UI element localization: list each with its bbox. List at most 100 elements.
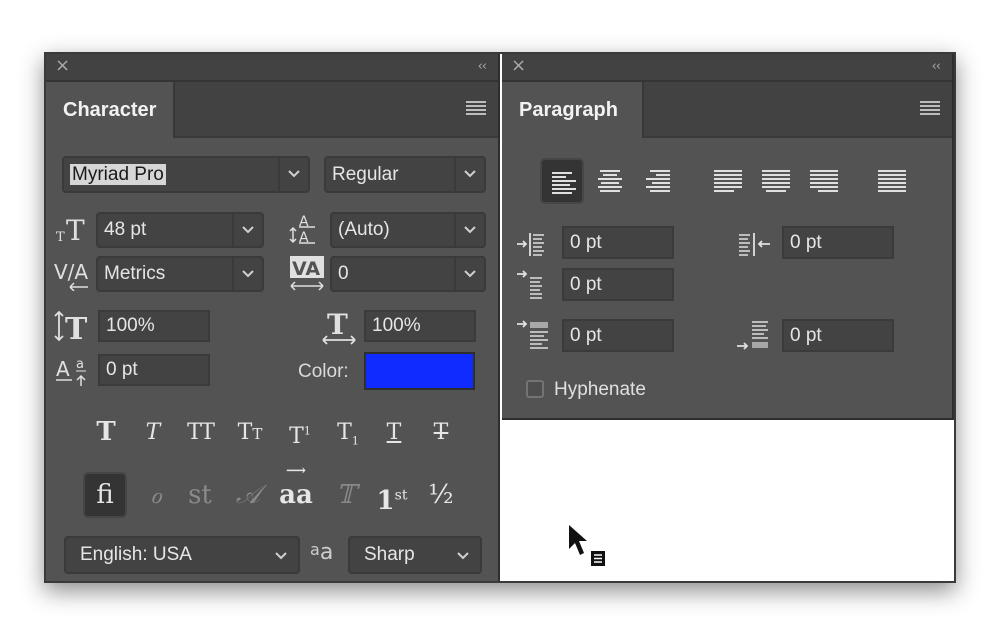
svg-text:T: T: [327, 310, 348, 341]
chevron-down-icon[interactable]: [232, 258, 262, 290]
panel-menu-icon[interactable]: [920, 101, 940, 117]
paragraph-tabbar: Paragraph: [502, 82, 952, 138]
baseline-shift-icon: Aa: [56, 354, 94, 395]
underline-button[interactable]: T: [374, 414, 414, 450]
close-icon[interactable]: ×: [55, 57, 71, 75]
align-center-icon: [598, 170, 622, 192]
baseline-shift-input[interactable]: 0 pt: [98, 354, 210, 386]
svg-text:A: A: [56, 357, 70, 381]
chevron-down-icon[interactable]: [278, 158, 308, 191]
panel-window: × ‹‹ Character Myriad Pro Regular TT 48 …: [44, 52, 956, 583]
titling-alternates-button[interactable]: 𝕋: [324, 472, 368, 518]
align-left-icon: [552, 172, 576, 194]
ligatures-button[interactable]: fi: [83, 472, 127, 518]
ordinals-button[interactable]: 1st: [370, 472, 414, 518]
chevron-down-icon[interactable]: [454, 214, 484, 246]
antialias-icon: aa: [310, 540, 334, 565]
kerning-select[interactable]: Metrics: [96, 256, 264, 292]
collapse-icon[interactable]: ‹‹: [478, 59, 487, 74]
tracking-value[interactable]: 0: [338, 258, 349, 290]
kerning-icon: V/A: [54, 257, 92, 296]
space-before-input[interactable]: 0 pt: [562, 319, 674, 352]
vertical-scale-icon: T: [54, 310, 92, 349]
justify-last-left-icon: [714, 170, 742, 192]
faux-bold-button[interactable]: T: [86, 414, 126, 450]
indent-left-icon: [516, 230, 550, 263]
swash-button[interactable]: 𝒜: [226, 472, 270, 518]
fractions-button[interactable]: ½: [419, 472, 463, 518]
hyphenate-checkbox[interactable]: [526, 380, 544, 398]
antialias-value: Sharp: [364, 544, 415, 565]
kerning-value[interactable]: Metrics: [104, 258, 165, 290]
tracking-select[interactable]: 0: [330, 256, 486, 292]
character-panel: × ‹‹ Character Myriad Pro Regular TT 48 …: [46, 54, 500, 581]
font-style-select[interactable]: Regular: [324, 156, 486, 193]
discretionary-ligatures-button[interactable]: st: [178, 472, 222, 518]
align-left-button[interactable]: [540, 158, 584, 204]
language-value: English: USA: [80, 544, 192, 565]
space-after-input[interactable]: 0 pt: [782, 319, 894, 352]
superscript-button[interactable]: T1: [280, 414, 320, 450]
stylistic-alternates-button[interactable]: aa ⟶: [274, 464, 318, 518]
close-icon[interactable]: ×: [511, 57, 527, 75]
justify-last-center-icon: [762, 170, 790, 192]
character-tabbar: Character: [46, 82, 498, 138]
align-right-button[interactable]: [636, 158, 680, 204]
leading-value[interactable]: (Auto): [338, 214, 390, 246]
strikethrough-button[interactable]: T: [421, 414, 461, 450]
paragraph-titlebar[interactable]: × ‹‹: [502, 54, 952, 82]
space-before-icon: [516, 320, 550, 357]
mouse-cursor: [567, 523, 607, 574]
svg-text:T: T: [65, 312, 88, 344]
indent-right-input[interactable]: 0 pt: [782, 226, 894, 259]
svg-text:a: a: [76, 357, 84, 372]
svg-text:T: T: [56, 230, 65, 244]
color-label: Color:: [298, 361, 349, 382]
tab-paragraph[interactable]: Paragraph: [502, 82, 644, 138]
paragraph-panel: × ‹‹ Paragraph 0 pt 0 pt 0 pt 0 pt 0 pt …: [502, 54, 954, 420]
indent-right-icon: [738, 230, 772, 263]
hyphenate-label[interactable]: Hyphenate: [554, 379, 646, 401]
justify-all-icon: [878, 170, 906, 192]
chevron-down-icon[interactable]: [454, 158, 484, 191]
horizontal-scale-input[interactable]: 100%: [364, 310, 476, 342]
indent-first-line-icon: [516, 270, 550, 305]
language-select[interactable]: English: USA: [64, 536, 300, 574]
old-style-button[interactable]: ℴ: [134, 472, 178, 518]
subscript-button[interactable]: T1: [328, 414, 368, 450]
vertical-scale-input[interactable]: 100%: [98, 310, 210, 342]
justify-last-right-button[interactable]: [800, 158, 844, 204]
chevron-down-icon: [457, 552, 469, 560]
indent-first-line-input[interactable]: 0 pt: [562, 268, 674, 301]
all-caps-button[interactable]: TT: [180, 414, 220, 450]
leading-select[interactable]: (Auto): [330, 212, 486, 248]
justify-all-button[interactable]: [868, 158, 912, 204]
small-caps-button[interactable]: TT: [230, 414, 270, 450]
justify-last-right-icon: [810, 170, 838, 192]
chevron-down-icon[interactable]: [454, 258, 484, 290]
horizontal-scale-icon: T: [321, 308, 359, 351]
chevron-down-icon[interactable]: [232, 214, 262, 246]
chevron-down-icon: [275, 552, 287, 560]
leading-icon: AA: [289, 210, 323, 251]
antialias-select[interactable]: Sharp: [348, 536, 482, 574]
font-family-select[interactable]: Myriad Pro: [62, 156, 310, 193]
tab-character[interactable]: Character: [46, 82, 176, 138]
justify-last-left-button[interactable]: [704, 158, 748, 204]
color-swatch[interactable]: [364, 352, 475, 390]
align-center-button[interactable]: [588, 158, 632, 204]
justify-last-center-button[interactable]: [752, 158, 796, 204]
space-after-icon: [736, 320, 770, 357]
tracking-icon: VA: [290, 256, 326, 297]
svg-text:VA: VA: [292, 258, 320, 280]
font-family-input[interactable]: Myriad Pro: [70, 164, 166, 185]
character-titlebar[interactable]: × ‹‹: [46, 54, 498, 82]
font-size-select[interactable]: 48 pt: [96, 212, 264, 248]
indent-left-input[interactable]: 0 pt: [562, 226, 674, 259]
font-size-value[interactable]: 48 pt: [104, 214, 146, 246]
pointer-arrow-icon: [569, 525, 605, 566]
panel-menu-icon[interactable]: [466, 101, 486, 117]
align-right-icon: [646, 170, 670, 192]
faux-italic-button[interactable]: T: [133, 414, 173, 450]
collapse-icon[interactable]: ‹‹: [932, 59, 941, 74]
